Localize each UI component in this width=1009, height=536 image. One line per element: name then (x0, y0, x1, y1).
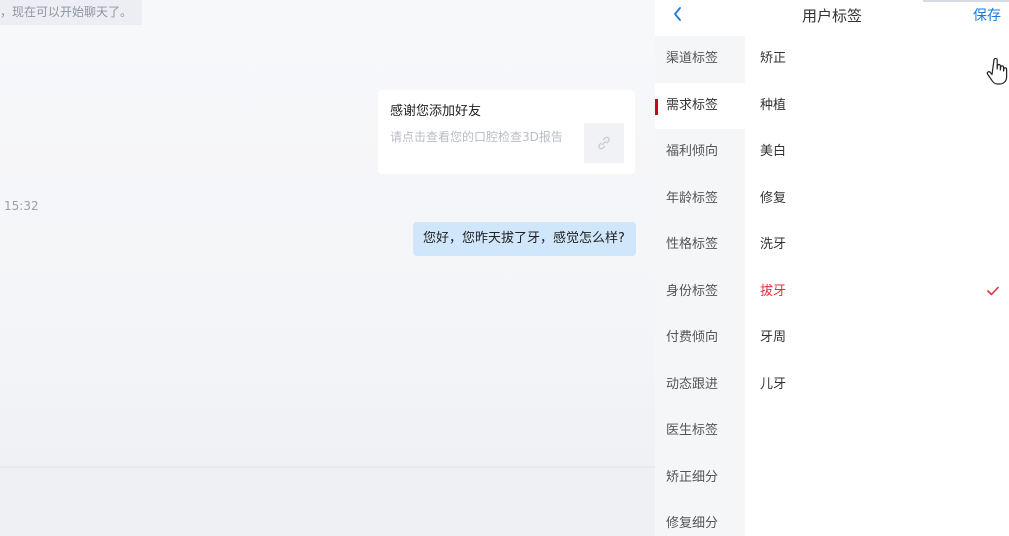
tag-item[interactable]: 美白 (745, 129, 1009, 176)
category-item-active[interactable]: 需求标签 (655, 82, 745, 129)
message-input-area[interactable] (0, 468, 655, 536)
category-item[interactable]: 性格标签 (655, 222, 745, 269)
tag-item[interactable]: 牙周 (745, 315, 1009, 362)
category-item[interactable]: 修复细分 (655, 501, 745, 536)
chat-area: ，现在可以开始聊天了。 感谢您添加好友 请点击查看您的口腔检查3D报告 15:3… (0, 0, 655, 536)
category-item[interactable]: 付费倾向 (655, 315, 745, 362)
category-item[interactable]: 医生标签 (655, 408, 745, 455)
tag-label: 拔牙 (760, 283, 787, 299)
category-item[interactable]: 福利倾向 (655, 129, 745, 176)
tag-label: 儿牙 (760, 376, 787, 392)
card-description: 请点击查看您的口腔检查3D报告 (390, 130, 563, 144)
tag-item[interactable]: 种植 (745, 83, 1009, 130)
tag-list: 矫正 种植 美白 修复 洗牙 拔牙 牙周 儿牙 (745, 36, 1009, 408)
tag-item[interactable]: 儿牙 (745, 362, 1009, 409)
tag-item-selected[interactable]: 拔牙 (745, 269, 1009, 316)
tag-item[interactable]: 修复 (745, 176, 1009, 223)
system-notice: ，现在可以开始聊天了。 (0, 0, 142, 25)
tag-label: 种植 (760, 97, 787, 113)
card-title: 感谢您添加好友 (390, 104, 482, 119)
link-card[interactable]: 感谢您添加好友 请点击查看您的口腔检查3D报告 (378, 90, 635, 174)
category-item[interactable]: 矫正细分 (655, 455, 745, 502)
tag-label: 修复 (760, 190, 787, 206)
save-button[interactable]: 保存 (973, 5, 1001, 25)
link-icon (584, 123, 624, 163)
checkmark-icon (987, 286, 999, 295)
tag-item[interactable]: 洗牙 (745, 222, 1009, 269)
category-item[interactable]: 年龄标签 (655, 176, 745, 223)
hand-cursor-icon (986, 58, 1008, 85)
message-timestamp: 15:32 (4, 199, 39, 213)
user-tags-panel: 用户标签 保存 渠道标签 需求标签 福利倾向 年龄标签 性格标签 身份标签 付费… (655, 0, 1009, 536)
panel-header: 用户标签 保存 (655, 0, 1009, 33)
category-list: 渠道标签 需求标签 福利倾向 年龄标签 性格标签 身份标签 付费倾向 动态跟进 … (655, 36, 745, 536)
tag-label: 矫正 (760, 51, 787, 66)
category-item[interactable]: 渠道标签 (655, 36, 745, 83)
category-item[interactable]: 身份标签 (655, 269, 745, 316)
tag-item[interactable]: 矫正 (745, 36, 1009, 83)
panel-title: 用户标签 (801, 7, 862, 25)
message-bubble[interactable]: 您好，您昨天拔了牙，感觉怎么样? (413, 222, 636, 256)
tag-label: 美白 (760, 144, 787, 159)
category-item[interactable]: 动态跟进 (655, 362, 745, 409)
tag-label: 牙周 (760, 330, 787, 345)
tag-label: 洗牙 (760, 237, 787, 252)
